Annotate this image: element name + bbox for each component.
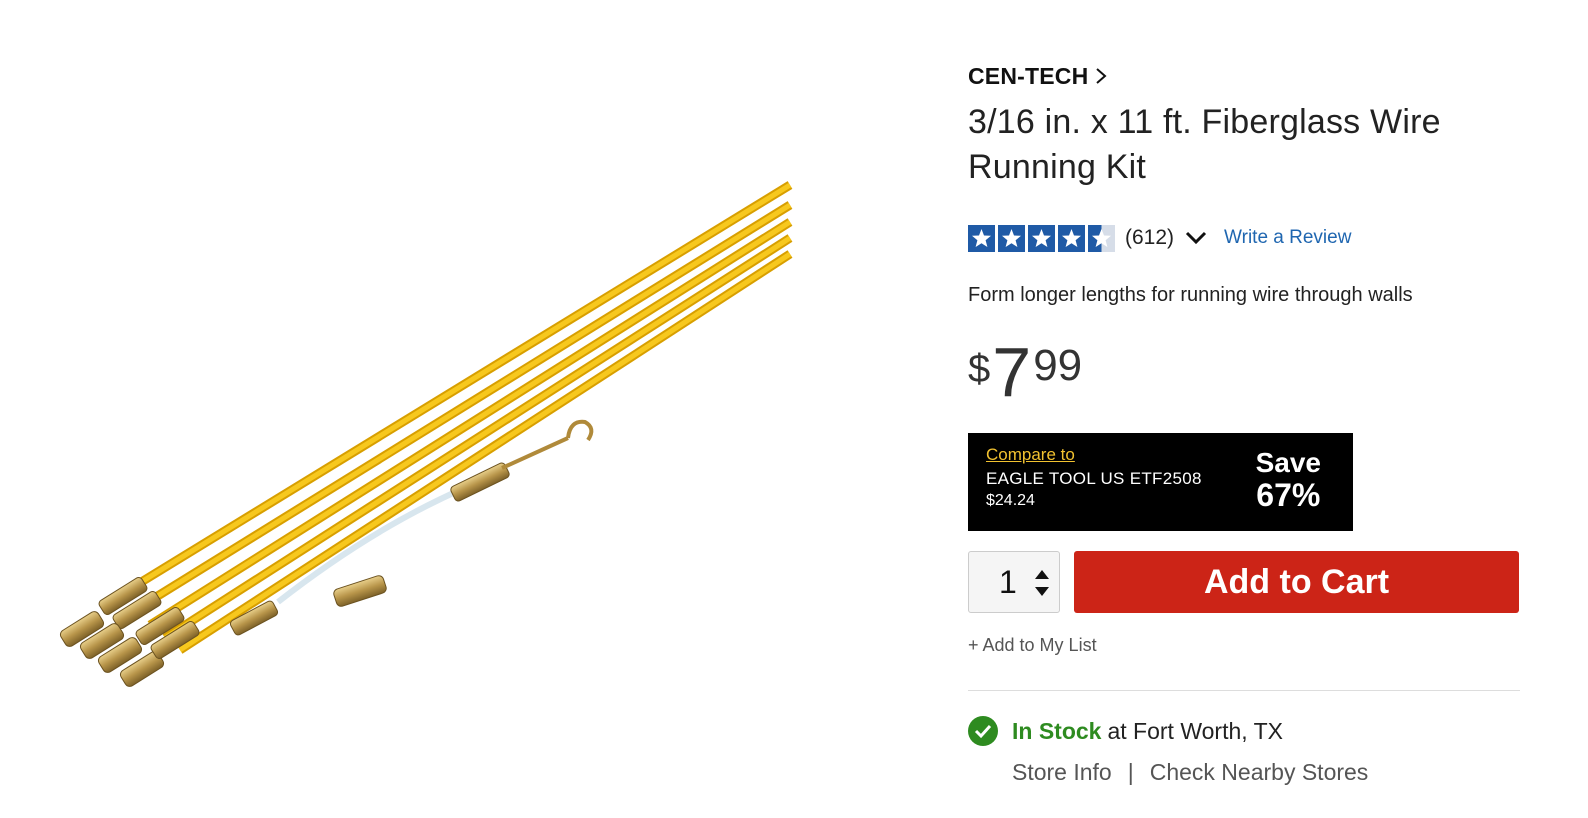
cart-row: 1 Add to Cart <box>968 551 1530 613</box>
rating-toggle[interactable] <box>1182 224 1210 252</box>
save-label: Save <box>1255 447 1321 478</box>
price-cents: 99 <box>1033 341 1083 390</box>
brand-link[interactable]: CEN-TECH <box>968 56 1108 96</box>
star-icon <box>968 224 995 252</box>
quantity-value[interactable]: 1 <box>999 564 1017 601</box>
star-rating[interactable] <box>968 224 1115 252</box>
product-info: CEN-TECH 3/16 in. x 11 ft. Fiberglass Wi… <box>968 56 1530 786</box>
product-description: Form longer lengths for running wire thr… <box>968 284 1413 306</box>
check-circle-icon <box>968 716 998 746</box>
save-percent: 67% <box>1256 477 1321 513</box>
star-icon <box>1058 224 1085 252</box>
compare-link[interactable]: Compare to <box>986 445 1075 464</box>
quantity-arrows <box>1033 567 1051 597</box>
add-to-cart-button[interactable]: Add to Cart <box>1074 551 1519 613</box>
write-review-link[interactable]: Write a Review <box>1224 227 1351 249</box>
product-title: 3/16 in. x 11 ft. Fiberglass Wire Runnin… <box>968 103 1441 186</box>
review-count[interactable]: (612) <box>1125 226 1174 250</box>
price: $ 7 99 <box>968 337 1530 409</box>
stock-status: In Stock <box>1012 717 1102 744</box>
star-icon <box>1088 224 1115 252</box>
rating-row: (612) Write a Review <box>968 222 1530 254</box>
save-badge: Save 67% <box>1256 447 1321 511</box>
price-currency: $ <box>968 347 991 391</box>
arrow-down-icon[interactable] <box>1033 585 1051 597</box>
check-nearby-stores-link[interactable]: Check Nearby Stores <box>1150 759 1369 786</box>
stock-location: at Fort Worth, TX <box>1107 717 1284 744</box>
add-to-list-link[interactable]: + Add to My List <box>968 635 1097 656</box>
brand-name: CEN-TECH <box>968 62 1089 89</box>
price-dollars: 7 <box>992 333 1032 411</box>
star-icon <box>998 224 1025 252</box>
store-info-link[interactable]: Store Info <box>1012 759 1112 786</box>
quantity-stepper[interactable]: 1 <box>968 551 1060 613</box>
divider <box>968 690 1520 691</box>
stock-row: In Stock at Fort Worth, TX <box>968 715 1530 747</box>
arrow-up-icon[interactable] <box>1033 567 1051 579</box>
store-links-separator: | <box>1127 759 1134 785</box>
star-icon <box>1028 224 1055 252</box>
product-image <box>40 170 800 690</box>
fiberglass-rod-kit-illustration <box>59 181 793 687</box>
store-links: Store Info | Check Nearby Stores <box>1012 759 1530 786</box>
chevron-down-icon <box>1185 231 1207 245</box>
compare-box: Compare to EAGLE TOOL US ETF2508 $24.24 … <box>968 433 1353 531</box>
chevron-right-icon <box>1096 68 1107 84</box>
